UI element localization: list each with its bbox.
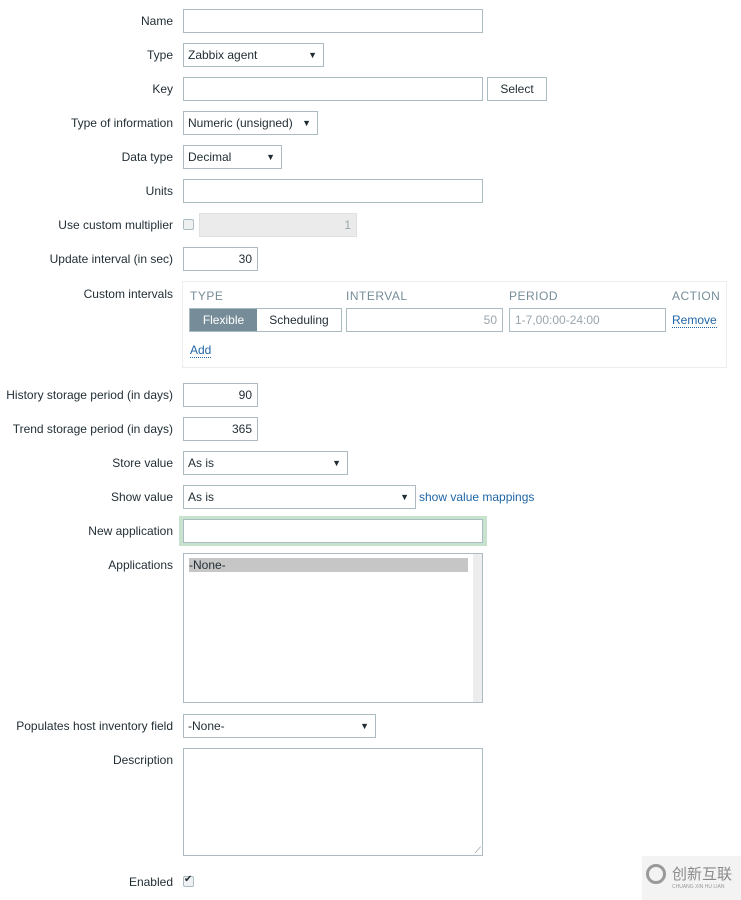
- chevron-down-icon: ▼: [332, 458, 341, 468]
- type-of-information-value: Numeric (unsigned): [188, 116, 293, 130]
- remove-interval-link[interactable]: Remove: [672, 313, 717, 328]
- enabled-checkbox[interactable]: ✔: [183, 874, 194, 887]
- select-key-button[interactable]: Select: [487, 77, 547, 101]
- name-input[interactable]: [183, 9, 483, 33]
- new-application-input[interactable]: [183, 519, 483, 543]
- trend-input[interactable]: 365: [183, 417, 258, 441]
- name-label: Name: [140, 14, 173, 28]
- history-input[interactable]: 90: [183, 383, 258, 407]
- inventory-value: -None-: [188, 719, 225, 733]
- interval-input[interactable]: 50: [346, 308, 503, 332]
- description-label: Description: [112, 753, 173, 767]
- type-select[interactable]: Zabbix agent ▼: [183, 43, 324, 67]
- store-value-select[interactable]: As is ▼: [183, 451, 348, 475]
- watermark-logo-icon: [646, 864, 666, 884]
- type-select-value: Zabbix agent: [188, 48, 258, 62]
- watermark: 创新互联 CHUANG XIN HU LIAN: [642, 856, 741, 900]
- flexible-option[interactable]: Flexible: [190, 309, 257, 331]
- chevron-down-icon: ▼: [360, 721, 369, 731]
- interval-type-toggle: Flexible Scheduling: [189, 308, 342, 332]
- data-type-label: Data type: [121, 150, 173, 164]
- custom-intervals-label: Custom intervals: [83, 287, 173, 301]
- custom-multiplier-checkbox[interactable]: [183, 219, 194, 230]
- applications-listbox[interactable]: -None-: [183, 553, 483, 703]
- applications-label: Applications: [108, 558, 173, 572]
- applications-option[interactable]: -None-: [189, 558, 468, 572]
- add-interval-link[interactable]: Add: [190, 343, 212, 358]
- type-of-information-label: Type of information: [70, 116, 173, 130]
- applications-scrollbar[interactable]: [473, 554, 482, 702]
- data-type-select[interactable]: Decimal ▼: [183, 145, 282, 169]
- col-interval-header: INTERVAL: [346, 289, 408, 303]
- type-label: Type: [146, 48, 173, 62]
- units-label: Units: [145, 184, 173, 198]
- custom-multiplier-label: Use custom multiplier: [58, 218, 173, 232]
- enabled-label: Enabled: [128, 875, 173, 889]
- units-input[interactable]: [183, 179, 483, 203]
- custom-multiplier-input[interactable]: 1: [199, 213, 357, 237]
- inventory-label: Populates host inventory field: [16, 719, 173, 733]
- custom-intervals-table: TYPE INTERVAL PERIOD ACTION Flexible Sch…: [182, 281, 727, 368]
- store-value-value: As is: [188, 456, 215, 470]
- watermark-subtext: CHUANG XIN HU LIAN: [672, 884, 725, 890]
- col-period-header: PERIOD: [509, 289, 559, 303]
- col-action-header: ACTION: [672, 289, 721, 303]
- store-value-label: Store value: [112, 456, 173, 470]
- update-interval-input[interactable]: 30: [183, 247, 258, 271]
- chevron-down-icon: ▼: [400, 492, 409, 502]
- type-of-information-select[interactable]: Numeric (unsigned) ▼: [183, 111, 318, 135]
- col-type-header: TYPE: [190, 289, 224, 303]
- update-interval-label: Update interval (in sec): [49, 252, 173, 266]
- checkmark-icon: ✔: [184, 874, 193, 885]
- history-label: History storage period (in days): [6, 388, 173, 402]
- chevron-down-icon: ▼: [266, 152, 275, 162]
- new-application-label: New application: [88, 524, 173, 538]
- description-textarea[interactable]: ⟋: [183, 748, 483, 856]
- watermark-text: 创新互联: [672, 865, 733, 883]
- data-type-value: Decimal: [188, 150, 232, 164]
- resize-handle-icon[interactable]: ⟋: [475, 846, 481, 855]
- scheduling-option[interactable]: Scheduling: [257, 309, 341, 331]
- inventory-select[interactable]: -None- ▼: [183, 714, 376, 738]
- period-input[interactable]: 1-7,00:00-24:00: [509, 308, 666, 332]
- trend-label: Trend storage period (in days): [12, 422, 173, 436]
- chevron-down-icon: ▼: [302, 118, 311, 128]
- show-value-mappings-link[interactable]: show value mappings: [419, 490, 534, 504]
- show-value-label: Show value: [110, 490, 173, 504]
- key-label: Key: [152, 82, 173, 96]
- show-value-value: As is: [188, 490, 215, 504]
- key-input[interactable]: [183, 77, 483, 101]
- show-value-select[interactable]: As is ▼: [183, 485, 416, 509]
- chevron-down-icon: ▼: [308, 50, 317, 60]
